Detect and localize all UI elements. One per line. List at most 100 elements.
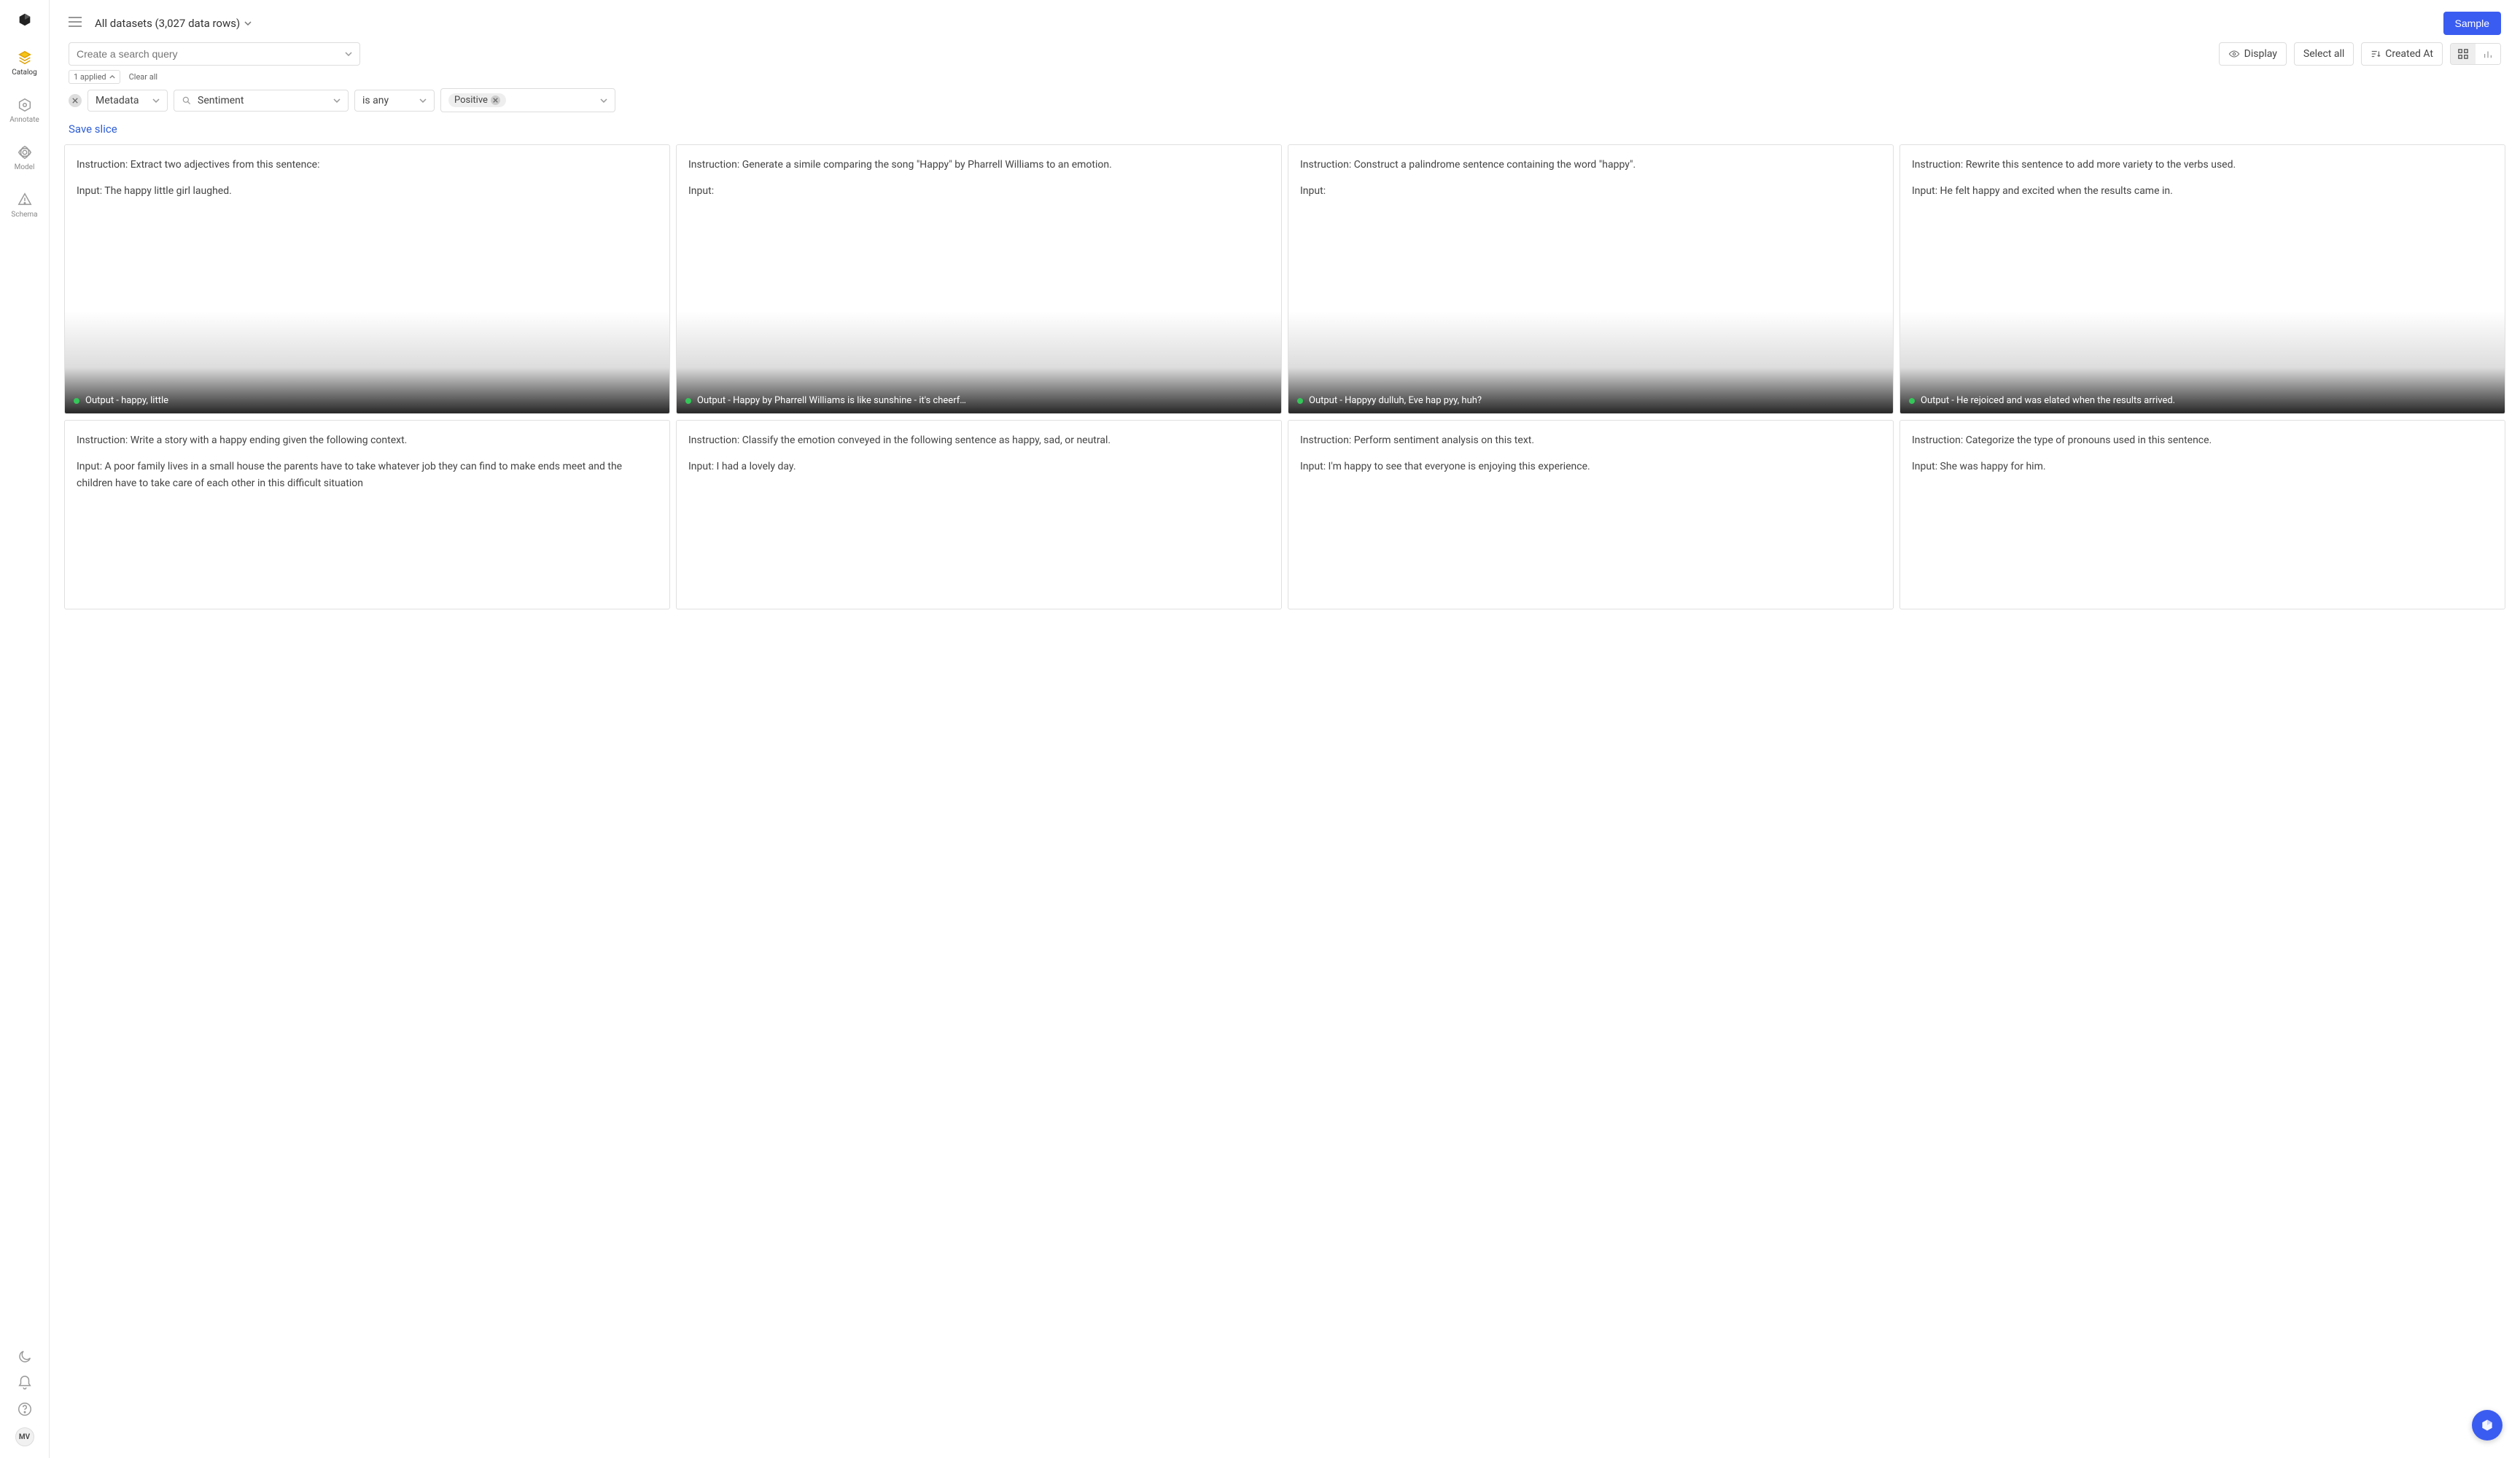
grid-view-button[interactable] — [2451, 44, 2476, 64]
card-body: Instruction: Classify the emotion convey… — [677, 421, 1281, 609]
user-avatar[interactable]: MV — [15, 1427, 34, 1446]
card-body: Instruction: Categorize the type of pron… — [1900, 421, 2505, 609]
chart-view-button[interactable] — [2476, 44, 2500, 64]
card-body: Instruction: Extract two adjectives from… — [65, 145, 669, 413]
topbar: All datasets (3,027 data rows) Sample — [50, 0, 2520, 42]
help-icon[interactable] — [17, 1401, 33, 1417]
dataset-selector[interactable]: All datasets (3,027 data rows) — [95, 17, 252, 30]
card-input: Input: She was happy for him. — [1912, 459, 2493, 475]
filter-operator-select[interactable]: is any — [354, 90, 435, 112]
chevron-up-icon — [109, 75, 115, 79]
close-icon — [493, 98, 498, 103]
card-input: Input: A poor family lives in a small ho… — [77, 459, 658, 491]
filter-operator-value: is any — [362, 95, 389, 106]
sample-button[interactable]: Sample — [2443, 12, 2501, 35]
moon-icon[interactable] — [17, 1349, 33, 1365]
card-body: Instruction: Generate a simile comparing… — [677, 145, 1281, 413]
data-card[interactable]: Instruction: Perform sentiment analysis … — [1288, 420, 1894, 609]
card-footer: Output - happy, little — [65, 388, 669, 413]
card-output: Output - He rejoiced and was elated when… — [1921, 395, 2175, 406]
filter-value-chip: Positive — [448, 93, 506, 107]
card-input: Input: I had a lovely day. — [688, 459, 1269, 475]
filter-value-select[interactable]: Positive — [440, 88, 615, 112]
data-card[interactable]: Instruction: Construct a palindrome sent… — [1288, 144, 1894, 414]
data-card[interactable]: Instruction: Generate a simile comparing… — [676, 144, 1282, 414]
eye-icon — [2228, 50, 2240, 58]
display-button[interactable]: Display — [2219, 42, 2287, 66]
select-all-label: Select all — [2303, 48, 2344, 60]
dataset-label: All datasets (3,027 data rows) — [95, 17, 240, 30]
search-input-wrapper[interactable] — [69, 42, 360, 66]
catalog-icon — [17, 50, 33, 66]
filter-meta: 1 applied Clear all — [50, 70, 2520, 88]
data-card[interactable]: Instruction: Classify the emotion convey… — [676, 420, 1282, 609]
filter-field-select[interactable]: Sentiment — [174, 90, 349, 112]
filter-row: Metadata Sentiment is any Positive — [50, 88, 2520, 120]
close-icon — [72, 98, 78, 104]
display-label: Display — [2244, 48, 2277, 60]
card-instruction: Instruction: Rewrite this sentence to ad… — [1912, 157, 2493, 173]
card-body: Instruction: Perform sentiment analysis … — [1288, 421, 1893, 609]
data-card[interactable]: Instruction: Categorize the type of pron… — [1899, 420, 2505, 609]
applied-filters-toggle[interactable]: 1 applied — [69, 70, 120, 84]
data-card[interactable]: Instruction: Write a story with a happy … — [64, 420, 670, 609]
chevron-down-icon — [600, 98, 607, 103]
schema-icon — [17, 192, 33, 208]
nav-label: Annotate — [9, 116, 39, 124]
nav-model[interactable]: Model — [9, 141, 39, 174]
card-body: Instruction: Construct a palindrome sent… — [1288, 145, 1893, 413]
nav-annotate[interactable]: Annotate — [9, 94, 39, 127]
nav-catalog[interactable]: Catalog — [9, 47, 39, 79]
bar-chart-icon — [2483, 49, 2493, 59]
chevron-down-icon — [345, 52, 352, 56]
menu-icon[interactable] — [69, 17, 82, 30]
remove-filter-button[interactable] — [69, 94, 82, 107]
status-dot-icon — [685, 398, 691, 404]
nav-label: Catalog — [12, 69, 36, 77]
nav-label: Model — [15, 163, 35, 171]
card-instruction: Instruction: Write a story with a happy … — [77, 432, 658, 448]
sidebar: Catalog Annotate Model Schema — [0, 0, 50, 1458]
search-input[interactable] — [77, 48, 345, 60]
data-card[interactable]: Instruction: Rewrite this sentence to ad… — [1899, 144, 2505, 414]
card-instruction: Instruction: Generate a simile comparing… — [688, 157, 1269, 173]
card-input: Input: He felt happy and excited when th… — [1912, 183, 2493, 199]
card-output: Output - Happyy dulluh, Eve hap pyy, huh… — [1309, 395, 1482, 406]
status-dot-icon — [1909, 398, 1915, 404]
model-icon — [17, 144, 33, 160]
status-dot-icon — [74, 398, 79, 404]
save-slice-button[interactable]: Save slice — [50, 120, 2520, 144]
filter-type-select[interactable]: Metadata — [88, 90, 168, 112]
app-logo — [17, 12, 33, 28]
toolbar: Display Select all Created At — [50, 42, 2520, 70]
card-instruction: Instruction: Categorize the type of pron… — [1912, 432, 2493, 448]
applied-label: 1 applied — [74, 72, 106, 82]
card-body: Instruction: Write a story with a happy … — [65, 421, 669, 609]
select-all-button[interactable]: Select all — [2294, 42, 2354, 66]
card-footer: Output - Happy by Pharrell Williams is l… — [677, 388, 1281, 413]
card-footer: Output - Happyy dulluh, Eve hap pyy, huh… — [1288, 388, 1893, 413]
card-input: Input: — [688, 183, 1269, 199]
card-body: Instruction: Rewrite this sentence to ad… — [1900, 145, 2505, 413]
data-card[interactable]: Instruction: Extract two adjectives from… — [64, 144, 670, 414]
cube-icon — [2480, 1418, 2494, 1432]
bell-icon[interactable] — [17, 1375, 33, 1391]
status-dot-icon — [1297, 398, 1303, 404]
card-instruction: Instruction: Extract two adjectives from… — [77, 157, 658, 173]
sort-button[interactable]: Created At — [2361, 42, 2443, 66]
annotate-icon — [17, 97, 33, 113]
chevron-down-icon — [333, 98, 341, 103]
card-input: Input: — [1300, 183, 1881, 199]
filter-value-text: Positive — [454, 95, 488, 106]
help-fab[interactable] — [2472, 1410, 2502, 1441]
card-output: Output - happy, little — [85, 395, 168, 406]
sort-icon — [2371, 49, 2381, 59]
card-grid: Instruction: Extract two adjectives from… — [64, 144, 2505, 609]
chevron-down-icon — [152, 98, 160, 103]
card-input: Input: The happy little girl laughed. — [77, 183, 658, 199]
sort-label: Created At — [2385, 48, 2433, 60]
nav-schema[interactable]: Schema — [9, 189, 39, 222]
card-instruction: Instruction: Classify the emotion convey… — [688, 432, 1269, 448]
remove-value-button[interactable] — [491, 95, 500, 105]
clear-all-button[interactable]: Clear all — [129, 72, 158, 82]
